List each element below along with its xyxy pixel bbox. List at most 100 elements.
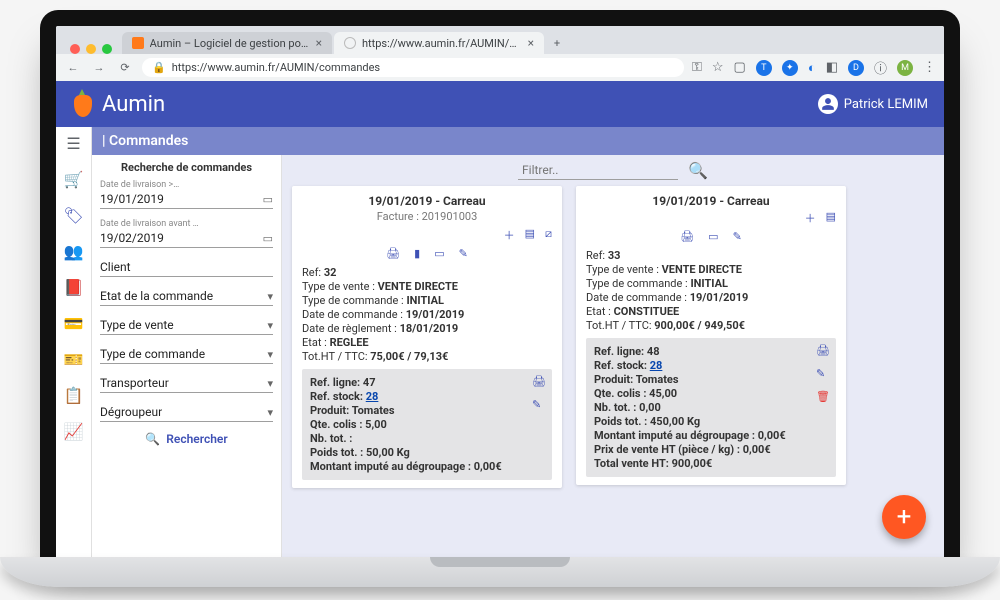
value: Tomates bbox=[352, 404, 395, 417]
forward-button[interactable]: → bbox=[90, 61, 108, 74]
chevron-down-icon[interactable]: ▾ bbox=[267, 377, 273, 390]
edit-icon[interactable]: ✎ bbox=[532, 398, 546, 411]
card-icon[interactable]: 💳 bbox=[64, 313, 84, 333]
chevron-down-icon[interactable]: ▾ bbox=[267, 290, 273, 303]
url-text: https://www.aumin.fr/AUMIN/commandes bbox=[172, 61, 380, 74]
close-window-icon[interactable] bbox=[70, 44, 80, 54]
etat-field[interactable]: Etat de la commande ▾ bbox=[100, 287, 273, 306]
plus-icon[interactable]: ＋ bbox=[504, 227, 515, 243]
ticket-icon[interactable]: 🎫 bbox=[64, 349, 84, 369]
label: Montant imputé au dégroupage : bbox=[310, 460, 471, 473]
extension-icon[interactable]: ◧ bbox=[826, 60, 838, 75]
tab-title: https://www.aumin.fr/AUMIN/c… bbox=[362, 37, 522, 50]
calendar-icon[interactable]: ▭ bbox=[263, 232, 273, 245]
chevron-down-icon[interactable]: ▾ bbox=[267, 348, 273, 361]
extension-icon[interactable]: ◐ bbox=[808, 60, 816, 76]
user-chip[interactable]: Patrick LEMIM bbox=[818, 94, 928, 114]
transporteur-field[interactable]: Transporteur ▾ bbox=[100, 374, 273, 393]
value[interactable]: 28 bbox=[650, 359, 663, 372]
value: 18/01/2019 bbox=[400, 322, 459, 335]
brand[interactable]: Aumin bbox=[72, 91, 165, 117]
profile-avatar-icon[interactable]: M bbox=[897, 60, 913, 76]
search-button[interactable]: 🔍 Rechercher bbox=[100, 432, 273, 446]
back-button[interactable]: ← bbox=[64, 61, 82, 74]
label: Etat : bbox=[586, 305, 611, 318]
clipboard-icon[interactable]: 📋 bbox=[64, 385, 84, 405]
cart-icon[interactable]: 🛒 bbox=[64, 169, 84, 189]
comment-off-icon[interactable]: ⧄ bbox=[545, 227, 552, 243]
address-bar[interactable]: 🔒 https://www.aumin.fr/AUMIN/commandes bbox=[142, 58, 684, 77]
reload-button[interactable]: ⟳ bbox=[116, 61, 134, 74]
label: Date de commande : bbox=[586, 291, 687, 304]
label: Type de vente : bbox=[586, 263, 659, 276]
print-icon[interactable]: 🖨 bbox=[386, 247, 400, 260]
search-icon[interactable]: 🔍 bbox=[688, 161, 708, 180]
comment-icon[interactable]: ▤ bbox=[826, 210, 836, 226]
extension-icon[interactable]: D bbox=[848, 60, 864, 76]
window-controls[interactable] bbox=[62, 44, 120, 54]
value: 19/01/2019 bbox=[690, 291, 749, 304]
close-tab-icon[interactable]: × bbox=[528, 36, 534, 50]
star-icon[interactable]: ☆ bbox=[712, 60, 724, 75]
tag-icon[interactable]: 🏷 bbox=[64, 205, 84, 225]
browser-tab-0[interactable]: Aumin – Logiciel de gestion pou… × bbox=[122, 32, 332, 54]
extension-icon[interactable]: ✦ bbox=[782, 60, 798, 76]
book-icon[interactable]: ▮ bbox=[414, 247, 420, 260]
label: Produit: bbox=[594, 373, 633, 386]
date-from-field[interactable]: Date de livraison >… 19/01/2019 ▭ bbox=[100, 180, 273, 209]
calendar-icon[interactable]: ▭ bbox=[263, 193, 273, 206]
edit-icon[interactable]: ✎ bbox=[816, 367, 830, 380]
delete-icon[interactable]: 🗑 bbox=[816, 390, 830, 403]
search-button-label: Rechercher bbox=[166, 432, 227, 446]
calendar-icon[interactable]: ▭ bbox=[708, 230, 718, 243]
chart-icon[interactable]: 📈 bbox=[64, 421, 84, 441]
brand-logo-icon bbox=[72, 91, 94, 117]
client-field[interactable]: Client bbox=[100, 258, 273, 277]
filter-input[interactable] bbox=[518, 161, 678, 180]
comment-icon[interactable]: ▤ bbox=[525, 227, 535, 243]
chevron-down-icon[interactable]: ▾ bbox=[267, 406, 273, 419]
edit-icon[interactable]: ✎ bbox=[459, 247, 468, 260]
label: Type de vente : bbox=[302, 280, 375, 293]
extension-icon[interactable]: T bbox=[756, 60, 772, 76]
value: 75,00€ / 79,13€ bbox=[370, 350, 448, 363]
value: REGLEE bbox=[330, 336, 369, 349]
value: INITIAL bbox=[690, 277, 728, 290]
value[interactable]: 28 bbox=[366, 390, 379, 403]
field-placeholder: Etat de la commande bbox=[100, 287, 273, 305]
favicon-icon bbox=[132, 37, 144, 49]
degroupeur-field[interactable]: Dégroupeur ▾ bbox=[100, 403, 273, 422]
minimize-window-icon[interactable] bbox=[86, 44, 96, 54]
print-icon[interactable]: 🖨 bbox=[816, 344, 830, 357]
value: VENTE DIRECTE bbox=[662, 263, 742, 276]
field-placeholder: Transporteur bbox=[100, 374, 273, 392]
menu-icon[interactable]: ⋮ bbox=[923, 60, 936, 75]
add-fab-button[interactable]: + bbox=[882, 495, 926, 539]
type-commande-field[interactable]: Type de commande ▾ bbox=[100, 345, 273, 364]
chevron-down-icon[interactable]: ▾ bbox=[267, 319, 273, 332]
cast-icon[interactable]: ▢ bbox=[734, 60, 746, 75]
edit-icon[interactable]: ✎ bbox=[733, 230, 742, 243]
type-vente-field[interactable]: Type de vente ▾ bbox=[100, 316, 273, 335]
print-icon[interactable]: 🖨 bbox=[532, 375, 546, 388]
label: Date de commande : bbox=[302, 308, 403, 321]
plus-icon[interactable]: ＋ bbox=[805, 210, 816, 226]
menu-icon[interactable]: ☰ bbox=[64, 133, 84, 153]
close-tab-icon[interactable]: × bbox=[316, 36, 322, 50]
new-tab-button[interactable]: + bbox=[546, 32, 568, 54]
browser-extensions: ⚿ ☆ ▢ T ✦ ◐ ◧ D ⓘ M ⋮ bbox=[692, 58, 936, 77]
value: 32 bbox=[324, 266, 337, 279]
group-icon[interactable]: 👥 bbox=[64, 241, 84, 261]
date-to-field[interactable]: Date de livraison avant … 19/02/2019 ▭ bbox=[100, 219, 273, 248]
browser-chrome: Aumin – Logiciel de gestion pou… × https… bbox=[56, 26, 944, 81]
browser-tab-1[interactable]: https://www.aumin.fr/AUMIN/c… × bbox=[334, 32, 544, 54]
label: Qte. colis : bbox=[310, 418, 362, 431]
extension-icon[interactable]: ⓘ bbox=[874, 58, 887, 77]
key-icon[interactable]: ⚿ bbox=[692, 60, 702, 75]
maximize-window-icon[interactable] bbox=[102, 44, 112, 54]
field-placeholder: Type de vente bbox=[100, 316, 273, 334]
order-line: 🖨 ✎ 🗑 Ref. ligne: 48 Ref. stock: 28 Prod… bbox=[586, 338, 836, 477]
book-icon[interactable]: 📕 bbox=[64, 277, 84, 297]
print-icon[interactable]: 🖨 bbox=[680, 230, 694, 243]
calendar-icon[interactable]: ▭ bbox=[434, 247, 444, 260]
